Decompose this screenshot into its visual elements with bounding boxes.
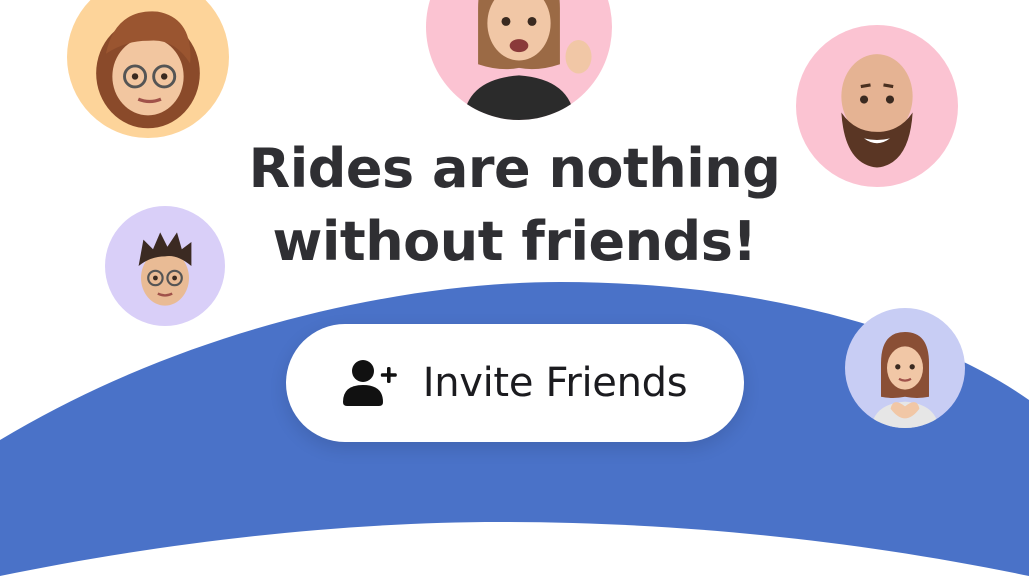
headline-line-1: Rides are nothing [248, 137, 781, 200]
headline-line-2: without friends! [272, 210, 757, 273]
avatar-heart-hands [845, 308, 965, 428]
invite-friends-label: Invite Friends [422, 360, 688, 406]
invite-friends-button[interactable]: Invite Friends [286, 324, 744, 442]
add-person-icon [342, 360, 397, 406]
headline: Rides are nothing without friends! [200, 132, 829, 278]
invite-friends-banner: Rides are nothing without friends! Invit… [0, 0, 1029, 576]
